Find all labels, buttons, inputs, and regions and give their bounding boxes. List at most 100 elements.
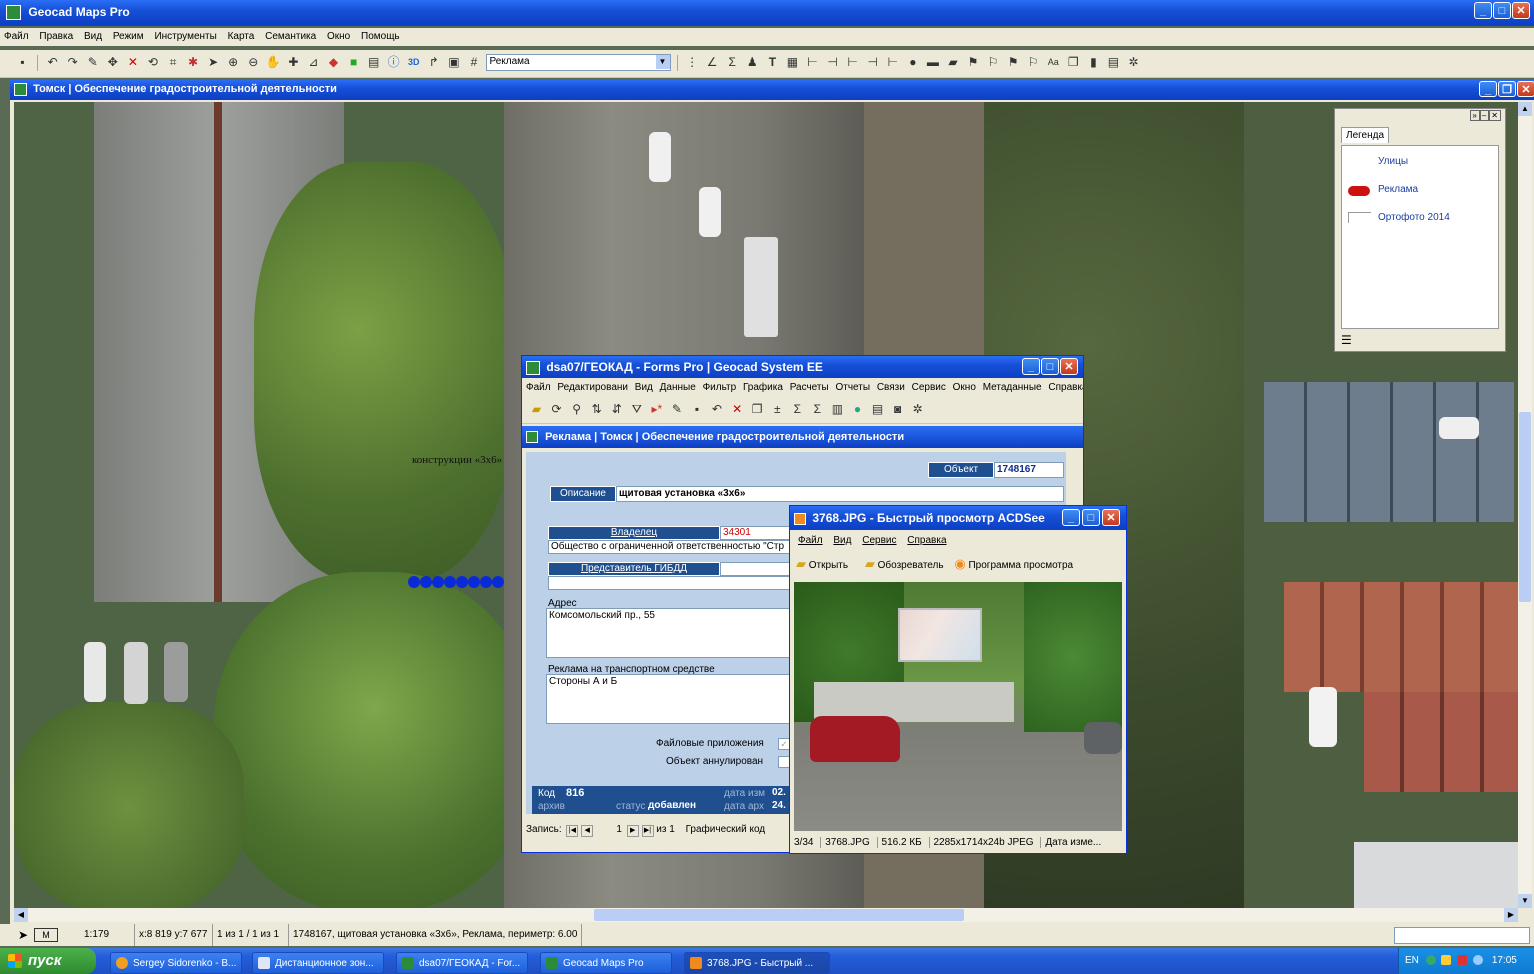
center-icon[interactable]: ✚ xyxy=(286,55,301,70)
forms-menu-file[interactable]: Файл xyxy=(526,382,551,393)
scroll-up-arrow[interactable]: ▲ xyxy=(1518,102,1532,116)
preview-icon[interactable]: ▣ xyxy=(446,55,461,70)
move-tool-icon[interactable]: ✥ xyxy=(105,55,120,70)
split-icon[interactable]: ⌗ xyxy=(166,55,181,70)
properties-icon[interactable]: ▤ xyxy=(366,55,381,70)
gibdd-name-field[interactable] xyxy=(548,576,794,590)
record-current-field[interactable]: 1 xyxy=(596,820,622,840)
tray-icon-2[interactable] xyxy=(1441,955,1452,966)
menu-tools[interactable]: Инструменты xyxy=(154,31,216,42)
print-icon[interactable]: ▤ xyxy=(870,402,885,417)
menu-edit[interactable]: Правка xyxy=(39,31,73,42)
measure-icon[interactable]: ⊿ xyxy=(306,55,321,70)
forms-menu-calc[interactable]: Расчеты xyxy=(790,382,829,393)
copy-record-icon[interactable]: ❐ xyxy=(750,402,765,417)
map-restore-button[interactable]: ❐ xyxy=(1498,81,1516,97)
tray-icon-3[interactable] xyxy=(1457,955,1468,966)
taskbar-item-acdsee[interactable]: 3768.JPG - Быстрый ... xyxy=(684,952,830,974)
forms-menu-data[interactable]: Данные xyxy=(660,382,696,393)
next-record-button[interactable]: ▶ xyxy=(626,825,639,837)
legend-tab[interactable]: Легенда xyxy=(1341,127,1390,143)
forms-menu-links[interactable]: Связи xyxy=(877,382,905,393)
filter-icon[interactable]: ⛛ xyxy=(629,402,644,417)
legend-item-streets[interactable]: Улицы xyxy=(1378,156,1408,167)
tray-icon-4[interactable] xyxy=(1473,955,1484,966)
dim5-icon[interactable]: ⊢ xyxy=(885,55,900,70)
pan-hand-icon[interactable]: ✋ xyxy=(266,55,281,70)
scroll-thumb-h[interactable] xyxy=(594,909,964,921)
vertex-icon[interactable]: ⋮ xyxy=(685,55,700,70)
copy-icon[interactable]: ❐ xyxy=(1066,55,1081,70)
language-indicator[interactable]: EN xyxy=(1405,955,1419,966)
minimize-button[interactable]: _ xyxy=(1474,2,1492,19)
sum-icon[interactable]: Σ xyxy=(790,402,805,417)
circle-icon[interactable]: ● xyxy=(905,55,920,70)
owner-code-field[interactable]: 34301 xyxy=(720,526,792,540)
parallelogram-icon[interactable]: ▰ xyxy=(945,55,960,70)
forms-maximize-button[interactable]: □ xyxy=(1041,358,1059,375)
forms-minimize-button[interactable]: _ xyxy=(1022,358,1040,375)
menu-file[interactable]: Файл xyxy=(4,31,29,42)
delete-icon[interactable]: ✕ xyxy=(125,55,140,70)
forms-menu-service[interactable]: Сервис xyxy=(912,382,946,393)
acdsee-menu-help[interactable]: Справка xyxy=(907,535,946,546)
description-field[interactable]: щитовая установка «3х6» xyxy=(616,486,1064,502)
rect-icon[interactable]: ▬ xyxy=(925,55,940,70)
text-icon[interactable]: T xyxy=(765,55,780,70)
symbol3-icon[interactable]: ⚐ xyxy=(986,55,1001,70)
legend-pin-icon[interactable]: » xyxy=(1470,110,1480,121)
transport-field[interactable]: Стороны А и Б xyxy=(546,674,794,724)
info-icon[interactable]: ⓘ xyxy=(386,55,401,70)
forms-menu-reports[interactable]: Отчеты xyxy=(835,382,870,393)
dim3-icon[interactable]: ⊢ xyxy=(845,55,860,70)
forms-menu-window[interactable]: Окно xyxy=(953,382,976,393)
forms-menu-graphics[interactable]: Графика xyxy=(743,382,783,393)
map-vertical-scrollbar[interactable]: ▲ ▼ xyxy=(1518,102,1532,908)
sum2-icon[interactable]: Σ xyxy=(810,402,825,417)
open-button[interactable]: ▰ Открыть xyxy=(796,556,848,571)
symbol4-icon[interactable]: ⚑ xyxy=(1006,55,1021,70)
acdsee-minimize-button[interactable]: _ xyxy=(1062,509,1080,526)
selected-feature-billboard[interactable] xyxy=(408,576,504,588)
menu-semantics[interactable]: Семантика xyxy=(265,31,316,42)
legend-list-icon[interactable]: ☰ xyxy=(1341,333,1352,347)
open-folder-icon[interactable]: ▰ xyxy=(529,402,544,417)
scroll-down-arrow[interactable]: ▼ xyxy=(1518,894,1532,908)
gibdd-code-field[interactable] xyxy=(720,562,792,576)
tray-icon-1[interactable] xyxy=(1425,955,1436,966)
acdsee-maximize-button[interactable]: □ xyxy=(1082,509,1100,526)
book-icon[interactable]: ▥ xyxy=(830,402,845,417)
undo-icon[interactable]: ↶ xyxy=(45,55,60,70)
calc-icon[interactable]: ± xyxy=(770,402,785,417)
forms-menu-view[interactable]: Вид xyxy=(635,382,653,393)
layer-select[interactable]: Реклама ▼ xyxy=(485,54,671,71)
chevron-down-icon[interactable]: ▼ xyxy=(655,55,670,69)
symbol2-icon[interactable]: ⚑ xyxy=(966,55,981,70)
network-icon[interactable]: ✲ xyxy=(1126,55,1141,70)
menu-mode[interactable]: Режим xyxy=(113,31,144,42)
prev-record-button[interactable]: ◀ xyxy=(581,825,594,837)
pointer-icon[interactable]: ➤ xyxy=(18,924,28,946)
layers-icon[interactable]: ◆ xyxy=(326,55,341,70)
legend-item-orthophoto[interactable]: Ортофото 2014 xyxy=(1378,212,1450,223)
legend-min-icon[interactable]: – xyxy=(1479,110,1490,121)
browser-button[interactable]: ▰ Обозреватель xyxy=(865,556,944,571)
tools-icon[interactable]: ✲ xyxy=(910,402,925,417)
menu-help[interactable]: Помощь xyxy=(361,31,400,42)
address-field[interactable]: Комсомольский пр., 55 xyxy=(546,608,794,658)
camera-icon[interactable]: ◙ xyxy=(890,402,905,417)
taskbar-item-word[interactable]: Дистанционное зон... xyxy=(252,952,384,974)
table-icon[interactable]: ▦ xyxy=(785,55,800,70)
acdsee-menu-view[interactable]: Вид xyxy=(833,535,851,546)
save-record-icon[interactable]: ▪ xyxy=(690,402,705,417)
legend-close-icon[interactable]: ✕ xyxy=(1489,110,1501,121)
scroll-thumb[interactable] xyxy=(1519,412,1531,602)
edit-record-icon[interactable]: ✎ xyxy=(669,402,684,417)
undo-record-icon[interactable]: ↶ xyxy=(710,402,725,417)
owner-name-field[interactable]: Общество с ограниченной ответственностью… xyxy=(548,540,794,554)
zoom-out-icon[interactable]: ⊖ xyxy=(246,55,261,70)
new-record-icon[interactable]: ▸* xyxy=(649,402,664,417)
menu-view[interactable]: Вид xyxy=(84,31,102,42)
scroll-left-arrow[interactable]: ◀ xyxy=(14,908,28,922)
sort-desc-icon[interactable]: ⇵ xyxy=(609,402,624,417)
